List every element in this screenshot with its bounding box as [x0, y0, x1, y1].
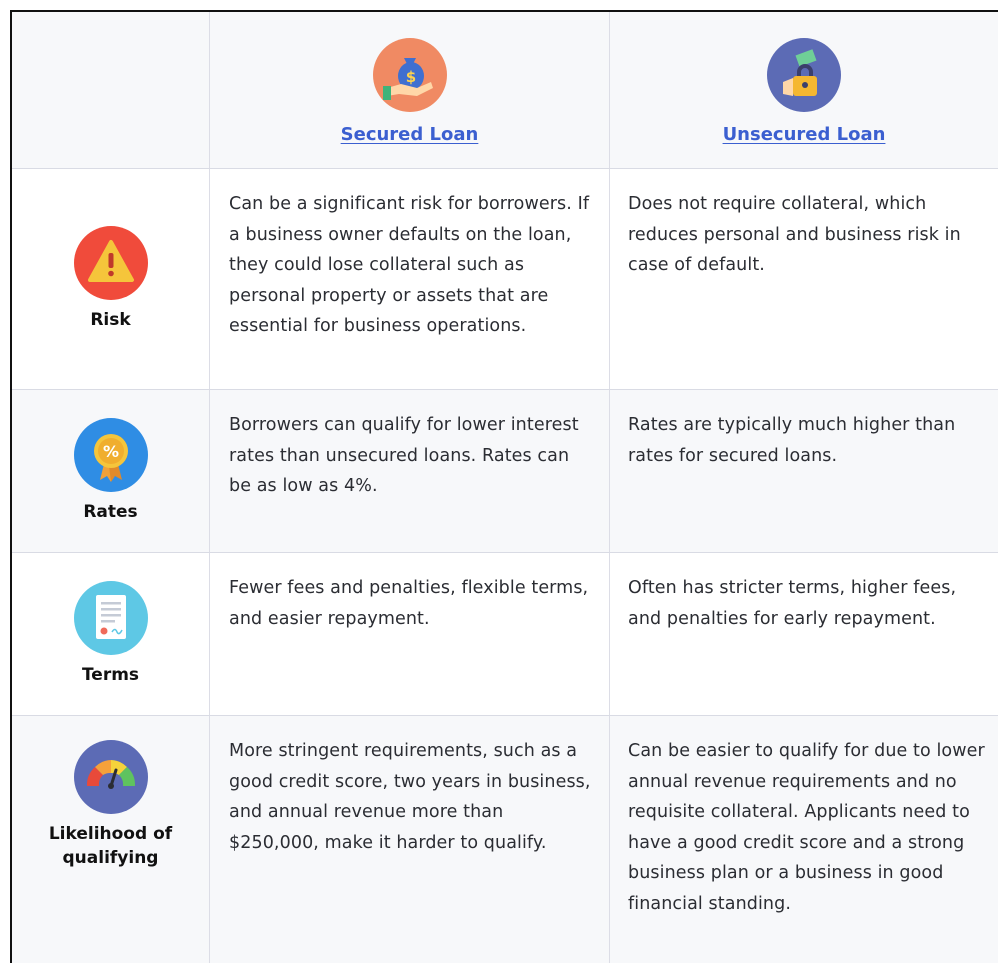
gauge-icon	[73, 740, 148, 814]
secured-loan-column-header: $ Secured Loan	[210, 12, 610, 168]
table-row-terms: Terms Fewer fees and penalties, flexible…	[12, 553, 998, 716]
unsecured-cell: Often has stricter terms, higher fees, a…	[628, 578, 957, 629]
row-label-cell: Terms	[12, 553, 210, 715]
unsecured-cell: Does not require collateral, which reduc…	[628, 194, 961, 275]
secured-loan-link[interactable]: Secured Loan	[341, 124, 479, 145]
unsecured-cell: Can be easier to qualify for due to lowe…	[628, 741, 985, 914]
unsecured-cell: Rates are typically much higher than rat…	[628, 415, 956, 466]
row-label-cell: Risk	[12, 169, 210, 389]
table-row-likelihood: Likelihood of qualifying More stringent …	[12, 716, 998, 963]
row-label: Terms	[81, 665, 140, 685]
unsecured-loan-link[interactable]: Unsecured Loan	[723, 124, 886, 145]
padlock-money-icon	[767, 38, 841, 112]
row-label-cell: % Rates	[12, 390, 210, 552]
row-label: Risk	[90, 310, 131, 330]
secured-cell: Borrowers can qualify for lower interest…	[210, 390, 610, 552]
secured-cell: Can be a significant risk for borrowers.…	[210, 169, 610, 389]
secured-cell: More stringent requirements, such as a g…	[210, 716, 610, 963]
table-row-risk: Risk Can be a significant risk for borro…	[12, 169, 998, 390]
row-label: Likelihood of qualifying	[48, 824, 173, 868]
warning-icon	[73, 226, 148, 300]
money-bag-hand-icon: $	[372, 38, 447, 112]
unsecured-loan-column-header: Unsecured Loan	[610, 12, 998, 168]
svg-text:$: $	[405, 68, 415, 86]
percent-badge-icon: %	[73, 418, 148, 492]
svg-text:%: %	[102, 442, 118, 461]
row-label: Rates	[83, 502, 138, 522]
row-label-cell: Likelihood of qualifying	[12, 716, 210, 963]
comparison-table: $ Secured Loan Unsecured Loan Risk Can b…	[10, 10, 998, 963]
table-row-rates: % Rates Borrowers can qualify for lower …	[12, 390, 998, 553]
table-header-row: $ Secured Loan Unsecured Loan	[12, 12, 998, 169]
document-icon	[73, 581, 148, 655]
secured-cell: Fewer fees and penalties, flexible terms…	[210, 553, 610, 715]
header-empty-cell	[12, 12, 210, 168]
